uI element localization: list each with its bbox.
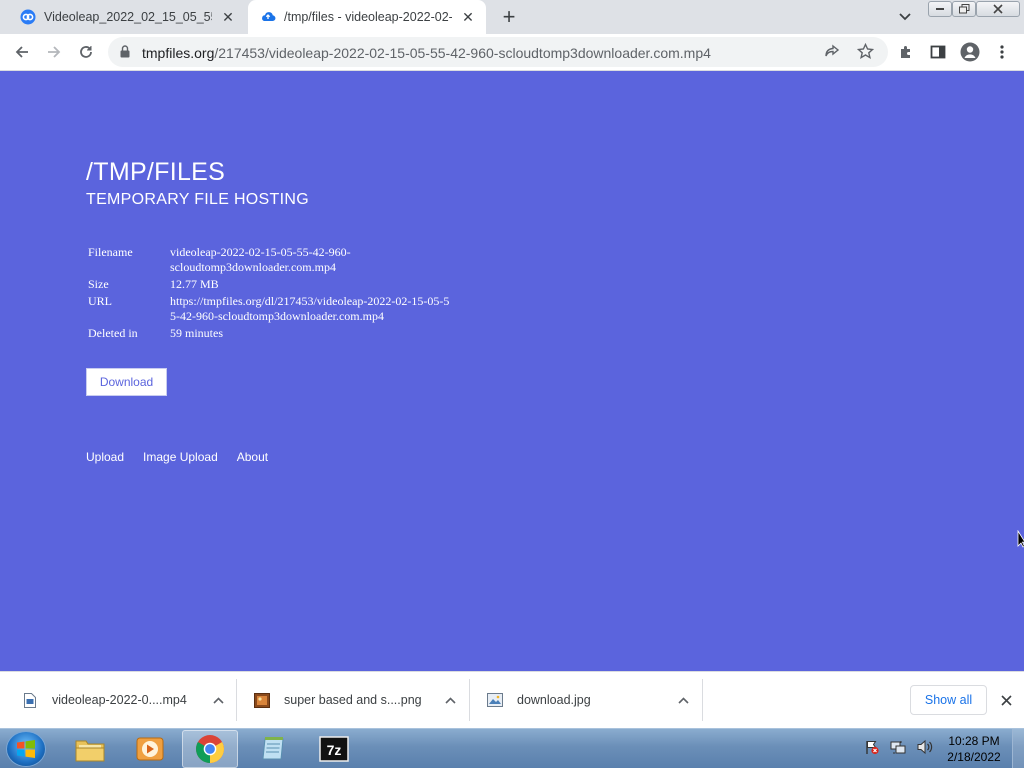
chevron-up-icon[interactable] (673, 696, 693, 704)
menu-kebab-icon[interactable] (990, 40, 1014, 64)
action-center-flag-icon[interactable] (864, 739, 880, 760)
volume-icon[interactable] (916, 739, 934, 760)
back-icon[interactable] (10, 40, 34, 64)
download-item-name: videoleap-2022-0....mp4 (52, 693, 187, 707)
close-tab-icon[interactable]: ✕ (458, 7, 478, 27)
upload-link[interactable]: Upload (86, 450, 124, 464)
size-label: Size (88, 277, 109, 291)
url-row: URL https://tmpfiles.org/dl/217453/video… (88, 294, 455, 326)
shelf-divider (469, 679, 470, 721)
filename-value: videoleap-2022-02-15-05-55-42-960-scloud… (170, 245, 351, 274)
tab-search-icon[interactable] (895, 7, 915, 27)
chevron-up-icon[interactable] (440, 696, 460, 704)
page-content: /TMP/FILES TEMPORARY FILE HOSTING Filena… (0, 71, 1024, 671)
chrome-icon[interactable] (182, 730, 238, 768)
tab-strip: Videoleap_2022_02_15_05_55_42 ✕ /tmp/fil… (0, 0, 1024, 34)
download-item-png[interactable]: super based and s....png (254, 679, 460, 721)
extensions-puzzle-icon[interactable] (894, 40, 918, 64)
share-icon[interactable] (824, 44, 840, 65)
file-details-table: Filename videoleap-2022-02-15-05-55-42-9… (88, 245, 455, 343)
size-row: Size 12.77 MB (88, 277, 455, 294)
tab-videoleap[interactable]: Videoleap_2022_02_15_05_55_42 ✕ (8, 0, 246, 34)
url-label: URL (88, 294, 112, 308)
image-file-icon (487, 692, 503, 708)
address-bar[interactable]: tmpfiles.org/217453/videoleap-2022-02-15… (108, 37, 888, 67)
site-title: /TMP/FILES (86, 158, 226, 186)
bookmark-star-icon[interactable] (856, 42, 875, 65)
shelf-divider (702, 679, 703, 721)
network-icon[interactable] (890, 739, 906, 760)
windows-start-button[interactable] (6, 731, 46, 767)
reload-icon[interactable] (74, 40, 98, 64)
shelf-divider (236, 679, 237, 721)
tmpfiles-cloud-icon (260, 9, 276, 25)
url-host: tmpfiles.org (142, 45, 215, 61)
tab-title: Videoleap_2022_02_15_05_55_42 (44, 10, 212, 24)
download-item-jpg[interactable]: download.jpg (487, 679, 693, 721)
deleted-value: 59 minutes (170, 326, 223, 340)
media-player-icon[interactable] (122, 730, 178, 768)
download-item-name: super based and s....png (284, 693, 422, 707)
close-tab-icon[interactable]: ✕ (218, 7, 238, 27)
system-clock[interactable]: 10:28 PM 2/18/2022 (940, 733, 1008, 765)
clock-date: 2/18/2022 (947, 750, 1001, 764)
7zip-label: 7z (327, 742, 342, 758)
minimize-window-button[interactable] (928, 1, 952, 17)
system-tray (864, 729, 934, 768)
7zip-icon[interactable]: 7z (306, 730, 362, 768)
close-icon[interactable] (996, 690, 1016, 710)
url-value[interactable]: https://tmpfiles.org/dl/217453/videoleap… (170, 294, 455, 326)
forward-icon[interactable] (42, 40, 66, 64)
filename-row: Filename videoleap-2022-02-15-05-55-42-9… (88, 245, 455, 277)
clock-time: 10:28 PM (948, 734, 1000, 748)
site-subtitle: TEMPORARY FILE HOSTING (86, 191, 309, 208)
image-upload-link[interactable]: Image Upload (143, 450, 218, 464)
restore-window-button[interactable] (952, 1, 976, 17)
side-panel-icon[interactable] (926, 40, 950, 64)
video-file-icon (22, 692, 38, 708)
mouse-cursor-icon (1017, 529, 1024, 553)
size-value: 12.77 MB (170, 277, 219, 291)
download-item-video[interactable]: videoleap-2022-0....mp4 (22, 679, 228, 721)
videoleap-icon (20, 9, 36, 25)
download-shelf: videoleap-2022-0....mp4 super based and … (0, 671, 1024, 728)
profile-avatar-icon[interactable] (958, 40, 982, 64)
show-desktop-button[interactable] (1012, 729, 1024, 768)
deleted-row: Deleted in 59 minutes (88, 326, 455, 343)
windows-taskbar: 7z 10:28 PM 2/18/2022 (0, 728, 1024, 768)
image-file-icon (254, 692, 270, 708)
browser-toolbar: tmpfiles.org/217453/videoleap-2022-02-15… (0, 34, 1024, 71)
tab-title: /tmp/files - videoleap-2022-02-1 (284, 10, 452, 24)
new-tab-button[interactable]: + (497, 4, 521, 29)
show-all-downloads-button[interactable]: Show all (910, 685, 987, 715)
footer-nav: Upload Image Upload About (86, 450, 287, 464)
url-text: tmpfiles.org/217453/videoleap-2022-02-15… (142, 45, 711, 61)
about-link[interactable]: About (237, 450, 268, 464)
notepad-icon[interactable] (246, 730, 302, 768)
explorer-icon[interactable] (62, 730, 118, 768)
download-item-name: download.jpg (517, 693, 591, 707)
url-path: /217453/videoleap-2022-02-15-05-55-42-96… (214, 45, 711, 61)
chevron-up-icon[interactable] (208, 696, 228, 704)
deleted-label: Deleted in (88, 326, 138, 340)
download-button[interactable]: Download (86, 368, 167, 396)
tab-tmpfiles[interactable]: /tmp/files - videoleap-2022-02-1 ✕ (248, 0, 486, 34)
close-window-button[interactable] (976, 1, 1020, 17)
filename-label: Filename (88, 245, 133, 259)
lock-icon[interactable] (120, 45, 130, 63)
